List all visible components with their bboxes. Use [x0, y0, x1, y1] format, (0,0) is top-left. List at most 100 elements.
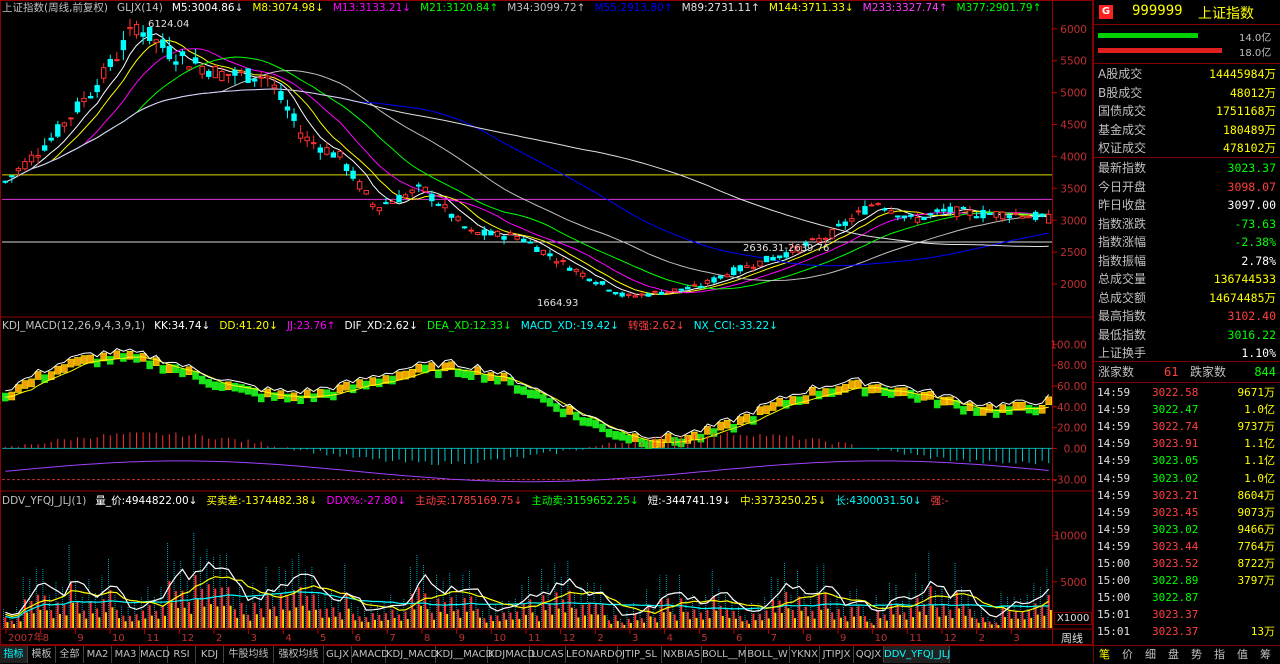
- indicator-tab[interactable]: AMACD: [352, 646, 389, 663]
- main-header-item-4: M13:3133.21↓: [332, 2, 412, 14]
- indicator-tab[interactable]: RSI: [168, 646, 196, 663]
- kdj-block: [146, 360, 153, 370]
- candle-body: [22, 161, 28, 170]
- sell-bar: [131, 621, 134, 628]
- kdj-block: [592, 419, 600, 429]
- indicator-tab[interactable]: GLJX: [324, 646, 352, 663]
- indicator-tab[interactable]: LEONARDO: [566, 646, 623, 663]
- indicator-tab[interactable]: BOLL__M: [702, 646, 746, 663]
- candle-body: [356, 181, 363, 190]
- candle-body: [245, 68, 251, 83]
- buy-bar: [909, 607, 912, 628]
- x-tick-label: 4: [667, 633, 673, 644]
- panel-tab[interactable]: 指: [1208, 646, 1231, 663]
- indicator-tab[interactable]: 全部: [56, 646, 84, 663]
- range-annotation: 2636.31-2639.76: [743, 243, 830, 254]
- panel-tab[interactable]: 价: [1116, 646, 1139, 663]
- panel-tab[interactable]: 细: [1139, 646, 1162, 663]
- sell-bar: [295, 607, 298, 628]
- buy-bar: [496, 615, 499, 628]
- index-stat-row: 总成交量 136744533: [1098, 272, 1276, 286]
- indicator-tab[interactable]: NXBIAS: [662, 646, 702, 663]
- buy-bar: [745, 620, 748, 628]
- panel-tab[interactable]: 盘: [1162, 646, 1185, 663]
- candle-body: [81, 97, 87, 102]
- kdj-block: [579, 417, 587, 426]
- indicator-tab[interactable]: KDJ_MACD: [386, 646, 438, 663]
- sell-bar: [905, 619, 908, 628]
- kdj-block: [907, 389, 915, 399]
- buy-bar: [1028, 609, 1031, 628]
- period-label[interactable]: 周线: [1061, 630, 1083, 646]
- buy-bar: [936, 607, 939, 628]
- candle-body: [849, 218, 855, 222]
- kdj-block: [218, 382, 226, 391]
- indicator-tab[interactable]: KDJMACD: [488, 646, 535, 663]
- buy-bar: [128, 615, 131, 628]
- candle-body: [593, 281, 599, 285]
- candle-body: [35, 154, 41, 158]
- indicator-tab[interactable]: MA2: [84, 646, 112, 663]
- indicator-tab[interactable]: 模板: [28, 646, 56, 663]
- sell-bar: [971, 617, 974, 628]
- sell-bar: [32, 613, 35, 628]
- candle-body: [468, 229, 474, 232]
- buy-bar: [299, 587, 302, 628]
- buy-bar: [122, 615, 125, 628]
- candle-body: [744, 265, 750, 268]
- sell-bar: [406, 619, 409, 628]
- sell-bar: [826, 608, 829, 628]
- sell-bar: [551, 614, 554, 628]
- sell-bar: [662, 612, 665, 628]
- candle-body: [527, 241, 533, 244]
- indicator-tab[interactable]: 强权均线: [274, 646, 324, 663]
- index-stat-row: 指数振幅 2.78%: [1098, 253, 1276, 268]
- tick-row: 14:59 3023.21 8604万: [1097, 488, 1275, 502]
- sell-bar: [951, 618, 954, 628]
- indicator-tab[interactable]: MA3: [112, 646, 140, 663]
- tick-row: 15:01 3023.37 13万: [1097, 625, 1275, 639]
- sell-bar: [833, 619, 836, 628]
- kdj-block: [717, 421, 724, 431]
- kdj-block: [612, 431, 619, 440]
- indicator-tab[interactable]: 牛股均线: [224, 646, 274, 663]
- buy-bar: [1001, 608, 1004, 628]
- panel-tab[interactable]: 筹: [1254, 646, 1277, 663]
- indicator-tab[interactable]: BOLL_W: [746, 646, 790, 663]
- candle-body: [291, 113, 297, 121]
- sell-bar: [492, 621, 495, 628]
- indicator-tab[interactable]: KDJ__MACD: [436, 646, 493, 663]
- indicator-tab[interactable]: 指标: [0, 646, 28, 663]
- panel-tab[interactable]: 势: [1185, 646, 1208, 663]
- indicator-tab[interactable]: LUCAS: [530, 646, 566, 663]
- kdj-block: [559, 408, 567, 418]
- index-stat-row: 上证换手 1.10%: [1098, 346, 1276, 360]
- indicator-tab[interactable]: JTIPJX: [820, 646, 854, 663]
- sell-bar: [177, 607, 180, 628]
- candle-body: [816, 238, 822, 243]
- y-tick-label: 4500: [1060, 120, 1087, 132]
- sell-volume-label: 18.0亿: [1239, 48, 1272, 59]
- kdj-block: [861, 387, 869, 397]
- kdj-block: [126, 350, 134, 360]
- indicator-tab[interactable]: JTIP_SL: [618, 646, 662, 663]
- panel-tab[interactable]: 笔: [1093, 646, 1116, 663]
- indicator-tab[interactable]: DDV_YFQJ_JLJ: [884, 646, 950, 663]
- sell-bar: [288, 610, 291, 628]
- panel-tab[interactable]: 值: [1231, 646, 1254, 663]
- indicator-tab[interactable]: QQJX: [854, 646, 884, 663]
- indicator-tab[interactable]: YKNX: [790, 646, 820, 663]
- tick-row: 14:59 3022.47 1.0亿: [1097, 403, 1275, 417]
- buy-bar: [4, 617, 7, 628]
- tick-row: 14:59 3023.44 7764万: [1097, 539, 1275, 553]
- quote-panel: G 999999 上证指数 14.0亿 18.0亿 A股成交 14445984万 B…: [1093, 0, 1280, 663]
- sell-bar: [104, 612, 107, 628]
- candle-body: [337, 150, 343, 158]
- indicator-tab[interactable]: MACD: [140, 646, 170, 663]
- buy-bar: [791, 609, 794, 628]
- candle-body: [862, 206, 868, 215]
- kdj-block: [776, 397, 783, 407]
- indicator-tab[interactable]: KDJ: [196, 646, 224, 663]
- buy-bar: [988, 621, 991, 628]
- candle-body: [652, 290, 658, 293]
